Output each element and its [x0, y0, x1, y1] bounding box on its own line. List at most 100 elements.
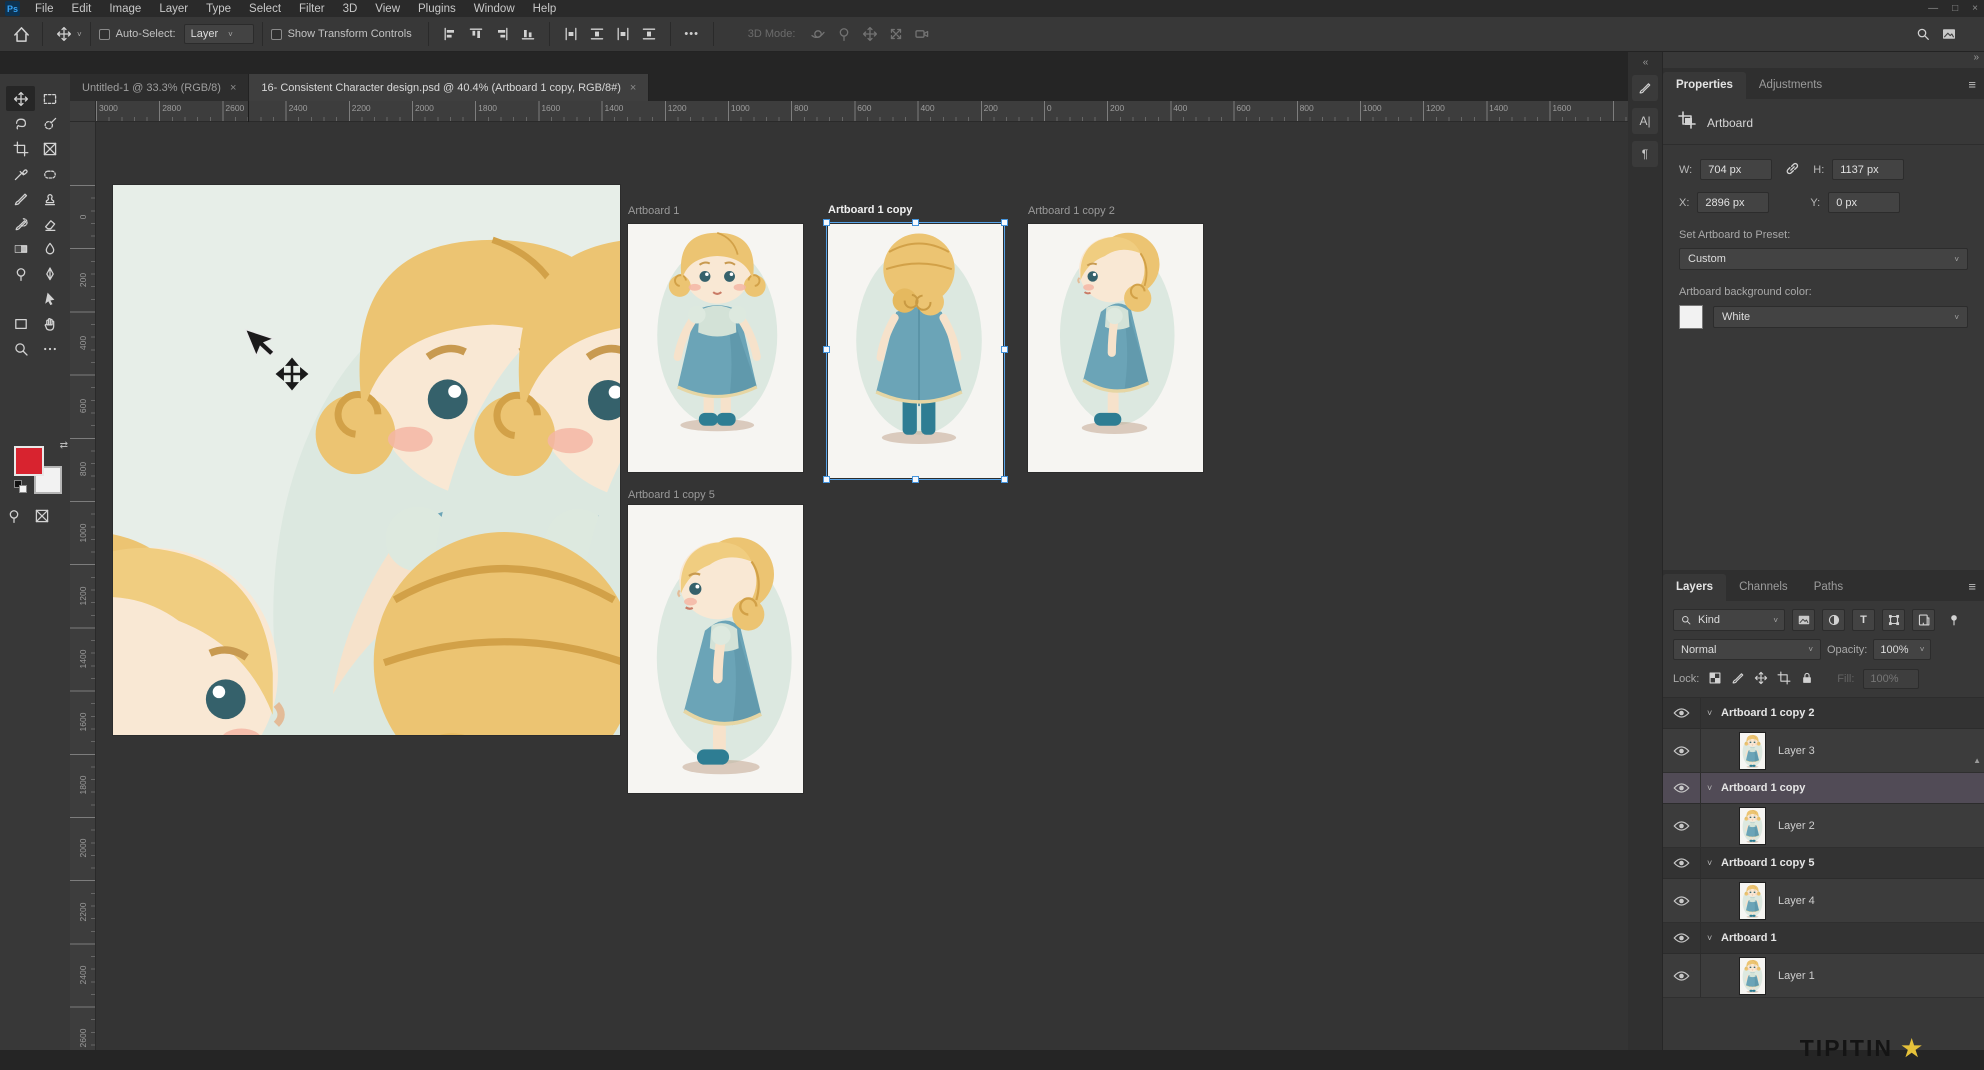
layer-row[interactable]: ˅ Artboard 1 copy 2 [1663, 698, 1984, 729]
artboard-label[interactable]: Artboard 1 copy 5 [628, 489, 715, 501]
tab-paths[interactable]: Paths [1801, 574, 1856, 601]
visibility-eye-icon[interactable] [1663, 848, 1701, 878]
auto-select-checkbox[interactable] [99, 29, 110, 40]
vertical-ruler[interactable]: 0200400600800100012001400160018002000220… [70, 122, 96, 1050]
layer-name[interactable]: Artboard 1 copy 5 [1721, 857, 1815, 869]
home-icon[interactable] [8, 22, 34, 46]
swap-colors-icon[interactable]: ⇄ [60, 440, 68, 451]
tool-button[interactable] [6, 161, 35, 186]
y-field[interactable]: 0 px [1828, 192, 1900, 213]
link-dimensions-icon[interactable] [1784, 160, 1801, 180]
document-tab-active[interactable]: 16- Consistent Character design.psd @ 40… [249, 74, 649, 101]
tab-adjustments[interactable]: Adjustments [1746, 72, 1835, 99]
layer-name[interactable]: Artboard 1 copy 2 [1721, 707, 1815, 719]
selection-handle[interactable] [823, 346, 830, 353]
tab-layers[interactable]: Layers [1663, 574, 1726, 601]
document-tab[interactable]: Untitled-1 @ 33.3% (RGB/8)× [70, 74, 249, 101]
tool-button[interactable] [6, 86, 35, 111]
visibility-eye-icon[interactable] [1663, 954, 1701, 997]
tool-button[interactable] [6, 311, 35, 336]
filter-adjustment-icon[interactable] [1822, 609, 1845, 631]
horizontal-ruler[interactable]: 3000280026002400220020001800160014001200… [96, 101, 1628, 122]
tool-button[interactable] [35, 311, 64, 336]
lock-artboard-icon[interactable] [1777, 671, 1791, 688]
tool-button[interactable] [35, 111, 64, 136]
expand-panels-icon[interactable]: » [1973, 52, 1978, 63]
artboard-1[interactable] [628, 224, 803, 472]
align-right-icon[interactable] [489, 22, 515, 46]
tool-button[interactable] [35, 136, 64, 161]
visibility-eye-icon[interactable] [1663, 729, 1701, 772]
layer-thumbnail[interactable] [1739, 957, 1766, 995]
menu-item[interactable]: Type [197, 0, 240, 17]
collapse-panels-icon[interactable]: « [1628, 52, 1662, 68]
menu-item[interactable]: Image [100, 0, 150, 17]
artboard-1-copy[interactable] [828, 224, 1003, 478]
tool-button[interactable] [35, 286, 64, 311]
visibility-eye-icon[interactable] [1663, 923, 1701, 953]
visibility-eye-icon[interactable] [1663, 698, 1701, 728]
tool-button[interactable] [6, 111, 35, 136]
preset-dropdown[interactable]: Custom˅ [1679, 248, 1968, 270]
chevron-down-icon[interactable]: ˅ [1707, 858, 1721, 868]
lock-position-icon[interactable] [1754, 671, 1768, 688]
filter-pin-icon[interactable] [1942, 609, 1965, 631]
tab-channels[interactable]: Channels [1726, 574, 1801, 601]
layer-name[interactable]: Layer 4 [1778, 895, 1815, 907]
tool-button[interactable] [6, 336, 35, 361]
filter-smart-object-icon[interactable] [1912, 609, 1935, 631]
layer-name[interactable]: Layer 2 [1778, 820, 1815, 832]
menu-item[interactable]: Help [524, 0, 566, 17]
selection-handle[interactable] [912, 476, 919, 483]
paragraph-panel-icon[interactable]: ¶ [1632, 141, 1658, 167]
panel-menu-icon[interactable]: ≡ [1968, 579, 1976, 594]
menu-item[interactable]: 3D [334, 0, 367, 17]
close-tab-icon[interactable]: × [630, 82, 636, 94]
layer-row[interactable]: ˅ Layer 3 [1663, 729, 1984, 773]
character-panel-icon[interactable]: A| [1632, 108, 1658, 134]
tool-button[interactable] [6, 211, 35, 236]
menu-item[interactable]: Select [240, 0, 290, 17]
scroll-up-arrow[interactable]: ▲ [1973, 756, 1981, 765]
chevron-down-icon[interactable]: ˅ [1707, 783, 1721, 793]
filter-type-icon[interactable]: T [1852, 609, 1875, 631]
menu-item[interactable]: File [26, 0, 63, 17]
panel-menu-icon[interactable]: ≡ [1968, 77, 1976, 92]
tool-button[interactable] [6, 136, 35, 161]
filter-kind-dropdown[interactable]: Kind˅ [1673, 609, 1785, 631]
layer-thumbnail[interactable] [1739, 882, 1766, 920]
menu-item[interactable]: View [366, 0, 409, 17]
selection-handle[interactable] [1001, 476, 1008, 483]
brushes-panel-icon[interactable] [1632, 75, 1658, 101]
layer-row[interactable]: ˅ Layer 2 [1663, 804, 1984, 848]
menu-item[interactable]: Plugins [409, 0, 465, 17]
fill-field[interactable]: 100% [1863, 669, 1919, 689]
align-center-icon[interactable] [463, 22, 489, 46]
distribute-top-icon[interactable] [558, 22, 584, 46]
lock-paint-icon[interactable] [1731, 671, 1745, 688]
minimize-button[interactable]: — [1928, 3, 1938, 14]
artboard-1-copy-2[interactable] [1028, 224, 1203, 472]
selection-handle[interactable] [823, 219, 830, 226]
height-field[interactable]: 1137 px [1832, 159, 1904, 180]
opacity-field[interactable]: 100%˅ [1873, 639, 1931, 660]
selection-handle[interactable] [823, 476, 830, 483]
lock-all-icon[interactable] [1800, 671, 1814, 688]
screen-mode-icon[interactable] [34, 508, 50, 529]
filter-shape-icon[interactable] [1882, 609, 1905, 631]
tool-button[interactable] [35, 261, 64, 286]
tool-button[interactable] [35, 236, 64, 261]
layer-row[interactable]: ˅ Artboard 1 copy 5 [1663, 848, 1984, 879]
more-options-icon[interactable]: ••• [679, 22, 705, 46]
layer-name[interactable]: Layer 3 [1778, 745, 1815, 757]
close-button[interactable]: × [1972, 3, 1978, 14]
workspace-switcher-icon[interactable] [1936, 22, 1962, 46]
foreground-color-swatch[interactable] [14, 446, 44, 476]
tool-preset-caret[interactable]: ˅ [77, 30, 82, 39]
menu-item[interactable]: Edit [63, 0, 101, 17]
artboard-label[interactable]: Artboard 1 copy 2 [1028, 205, 1115, 217]
selection-handle[interactable] [1001, 219, 1008, 226]
artboard-bg-dropdown[interactable]: White˅ [1713, 306, 1968, 328]
align-middle-icon[interactable] [515, 22, 541, 46]
tool-button[interactable] [35, 86, 64, 111]
